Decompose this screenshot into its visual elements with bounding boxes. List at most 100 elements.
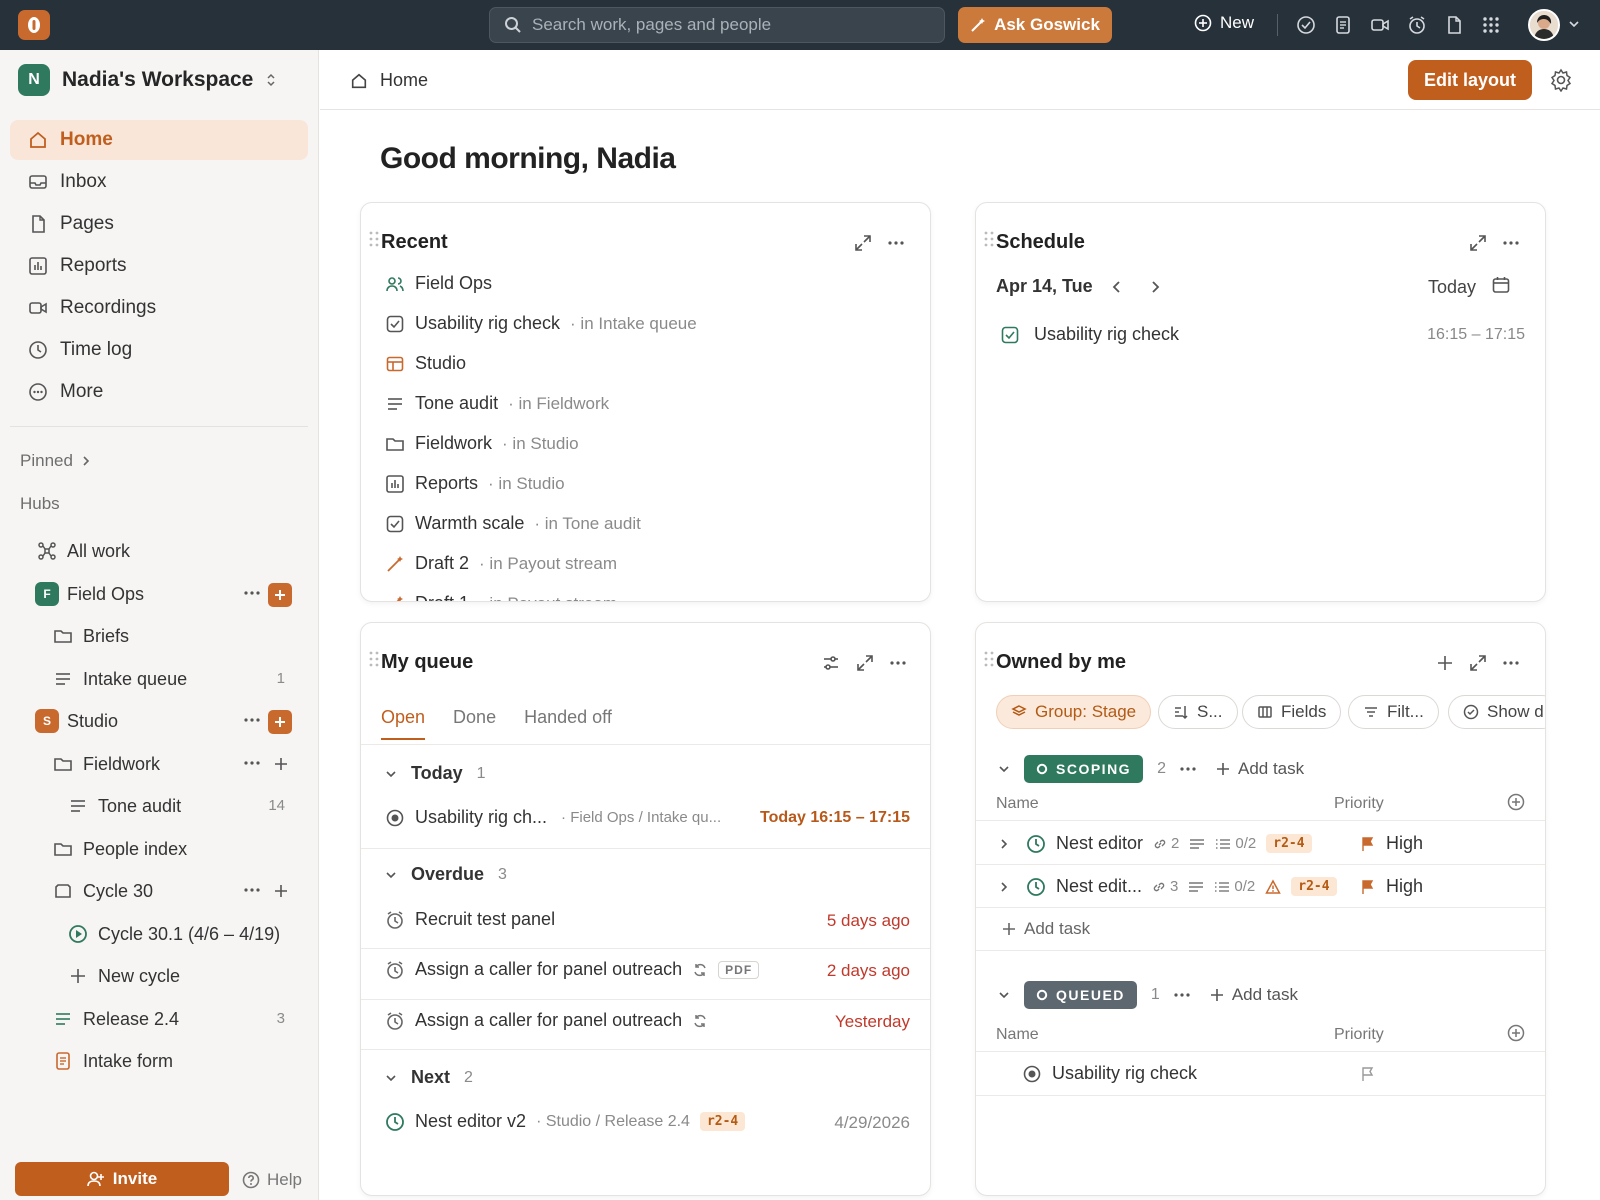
document-icon[interactable] (1333, 15, 1353, 35)
more-dots-icon[interactable] (244, 590, 260, 595)
group-stage-chip[interactable]: Group: Stage (996, 695, 1152, 729)
add-column-icon[interactable] (1507, 793, 1525, 811)
queue-item[interactable]: Assign a caller for panel outreach (385, 1010, 708, 1031)
new-button[interactable]: New (1194, 13, 1254, 33)
more-dots-icon[interactable] (890, 661, 906, 665)
nav-more[interactable]: More (10, 372, 308, 412)
tree-studio[interactable]: S Studio (0, 700, 319, 743)
add-column-icon[interactable] (1507, 1024, 1525, 1042)
gear-icon[interactable] (1549, 68, 1573, 92)
drag-handle-icon[interactable] (984, 231, 994, 247)
list-item[interactable]: Draft 1 · in Payout stream (385, 593, 617, 601)
workspace-switcher[interactable]: N Nadia's Workspace (18, 64, 277, 96)
add-task-button[interactable]: Add task (1216, 759, 1304, 779)
app-logo-icon[interactable] (18, 10, 50, 40)
avatar[interactable] (1528, 9, 1560, 41)
add-button[interactable] (268, 710, 292, 734)
nav-time-log[interactable]: Time log (10, 330, 308, 370)
plus-icon[interactable] (274, 757, 288, 771)
drag-handle-icon[interactable] (369, 231, 379, 247)
drag-handle-icon[interactable] (369, 651, 379, 667)
list-item[interactable]: Field Ops (385, 273, 492, 294)
today-button[interactable]: Today (1428, 277, 1476, 298)
breadcrumb[interactable]: Home (350, 70, 428, 91)
queue-item[interactable]: Recruit test panel (385, 909, 555, 930)
add-task-button[interactable]: Add task (1002, 919, 1090, 939)
edit-layout-button[interactable]: Edit layout (1408, 60, 1532, 100)
more-dots-icon[interactable] (1180, 767, 1196, 771)
list-item[interactable]: Draft 2 · in Payout stream (385, 553, 617, 574)
tree-cycle-30[interactable]: Cycle 30 (0, 870, 319, 913)
expand-icon[interactable] (1469, 234, 1487, 252)
tree-release-2-4[interactable]: Release 2.4 3 (0, 998, 319, 1041)
tab-handed-off[interactable]: Handed off (524, 707, 612, 728)
add-button[interactable] (268, 582, 292, 607)
list-item[interactable]: Tone audit · in Fieldwork (385, 393, 609, 414)
tree-fieldwork[interactable]: Fieldwork (0, 743, 319, 786)
queue-item[interactable]: Usability rig ch... · Field Ops / Intake… (385, 807, 721, 828)
priority-cell[interactable]: High (1360, 876, 1423, 897)
expand-icon[interactable] (1469, 654, 1487, 672)
queue-item[interactable]: Nest editor v2 · Studio / Release 2.4 r2… (385, 1111, 746, 1132)
group-today[interactable]: Today 1 (385, 763, 486, 784)
more-dots-icon[interactable] (1174, 993, 1190, 997)
invite-button[interactable]: Invite (15, 1162, 229, 1196)
video-icon[interactable] (1370, 15, 1390, 35)
table-row[interactable]: Nest editor 2 0/2 r2-4 (998, 833, 1312, 854)
chevron-right-icon[interactable] (1148, 279, 1162, 295)
expand-icon[interactable] (856, 654, 874, 672)
chevron-left-icon[interactable] (1110, 279, 1124, 295)
drag-handle-icon[interactable] (984, 651, 994, 667)
table-row[interactable]: Nest edit... 3 0/2 r2-4 (998, 876, 1337, 897)
more-dots-icon[interactable] (244, 888, 260, 892)
task-check-icon[interactable] (1296, 15, 1316, 35)
calendar-icon[interactable] (1491, 275, 1511, 295)
show-done-chip[interactable]: Show d (1448, 695, 1545, 729)
tab-open[interactable]: Open (381, 707, 426, 740)
filter-chip[interactable]: Filt... (1348, 695, 1439, 729)
group-overdue[interactable]: Overdue 3 (385, 864, 507, 885)
tree-field-ops[interactable]: F Field Ops (0, 573, 319, 616)
tree-intake-queue[interactable]: Intake queue 1 (0, 658, 319, 701)
chevron-down-icon[interactable] (1568, 18, 1580, 30)
nav-recordings[interactable]: Recordings (10, 288, 308, 328)
nav-inbox[interactable]: Inbox (10, 162, 308, 202)
tree-intake-form[interactable]: Intake form (0, 1040, 319, 1083)
sort-chip[interactable]: S... (1158, 695, 1238, 729)
file-icon[interactable] (1444, 15, 1464, 35)
add-task-button[interactable]: Add task (1210, 985, 1298, 1005)
table-row[interactable]: Usability rig check (1022, 1063, 1197, 1084)
filter-sliders-icon[interactable] (822, 654, 840, 672)
tree-all-work[interactable]: All work (0, 530, 319, 573)
search-input[interactable]: Search work, pages and people (489, 7, 945, 43)
more-dots-icon[interactable] (244, 718, 260, 722)
list-item[interactable]: Fieldwork · in Studio (385, 433, 579, 454)
ask-goswick-button[interactable]: Ask Goswick (958, 7, 1112, 43)
list-item[interactable]: Usability rig check · in Intake queue (385, 313, 697, 334)
more-dots-icon[interactable] (888, 241, 904, 245)
fields-chip[interactable]: Fields (1242, 695, 1342, 729)
plus-icon[interactable] (1437, 655, 1453, 671)
list-item[interactable]: Studio (385, 353, 466, 374)
more-dots-icon[interactable] (1503, 241, 1519, 245)
nav-pages[interactable]: Pages (10, 204, 308, 244)
plus-icon[interactable] (274, 884, 288, 898)
nav-reports[interactable]: Reports (10, 246, 308, 286)
chevron-right-icon[interactable] (998, 838, 1010, 850)
schedule-event[interactable]: Usability rig check (1000, 324, 1179, 345)
stage-group-scoping[interactable]: SCOPING 2 Add task (998, 755, 1304, 783)
tree-people-index[interactable]: People index (0, 828, 319, 871)
tree-cycle-30-1[interactable]: Cycle 30.1 (4/6 – 4/19) (0, 913, 319, 956)
more-dots-icon[interactable] (244, 760, 260, 765)
help-link[interactable]: Help (242, 1170, 302, 1190)
expand-icon[interactable] (854, 234, 872, 252)
tab-done[interactable]: Done (453, 707, 496, 728)
queue-item[interactable]: Assign a caller for panel outreach PDF (385, 959, 760, 980)
tree-briefs[interactable]: Briefs (0, 615, 319, 658)
chevron-right-icon[interactable] (998, 881, 1010, 893)
tree-tone-audit[interactable]: Tone audit 14 (0, 785, 319, 828)
priority-cell[interactable]: High (1360, 833, 1423, 854)
apps-grid-icon[interactable] (1481, 15, 1501, 35)
list-item[interactable]: Warmth scale · in Tone audit (385, 513, 641, 534)
stage-group-queued[interactable]: QUEUED 1 Add task (998, 981, 1298, 1009)
